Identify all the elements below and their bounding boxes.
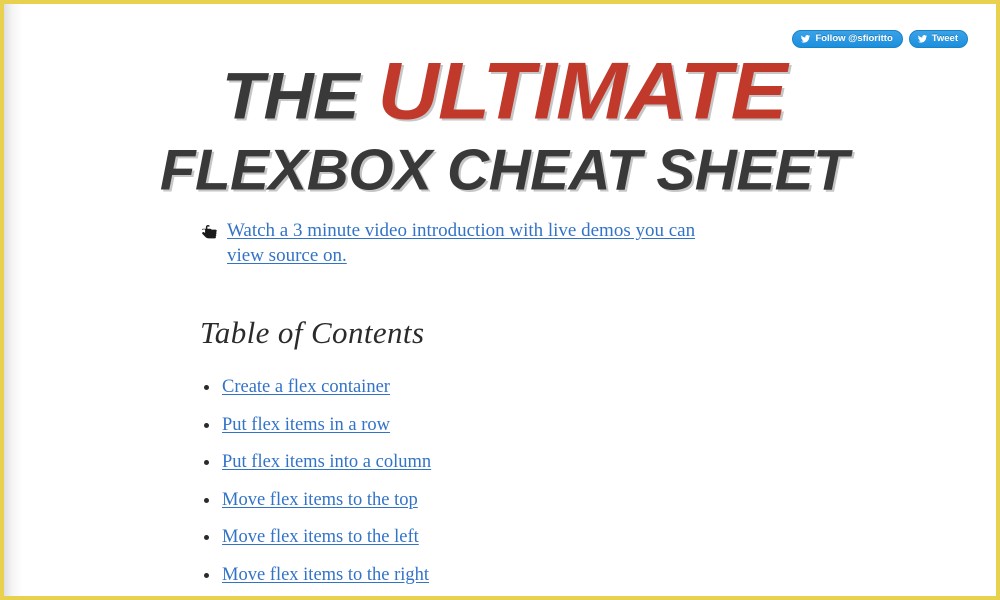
bullet-icon — [204, 422, 209, 428]
twitter-follow-label: Follow @sfioritto — [815, 33, 893, 44]
toc-link[interactable]: Move flex items to the right — [222, 565, 429, 585]
table-of-contents-list: Create a flex container Put flex items i… — [200, 377, 940, 586]
title-line-primary: THE ULTIMATE — [4, 51, 996, 134]
browser-viewport: Follow @sfioritto Tweet THE ULTIMATE FLE… — [0, 0, 1000, 600]
list-item: Move flex items to the right — [200, 565, 940, 586]
video-intro-link[interactable]: Watch a 3 minute video introduction with… — [227, 218, 697, 268]
title-word-ultimate: ULTIMATE — [377, 46, 788, 137]
twitter-tweet-label: Tweet — [931, 33, 958, 44]
bullet-icon — [204, 385, 209, 391]
toc-link[interactable]: Move flex items to the top — [222, 490, 418, 510]
title-line-secondary: FLEXBOX CHEAT SHEET — [159, 138, 849, 203]
social-share-bar: Follow @sfioritto Tweet — [792, 30, 968, 48]
page-root: Follow @sfioritto Tweet THE ULTIMATE FLE… — [4, 4, 996, 596]
bullet-icon — [204, 535, 209, 541]
toc-link[interactable]: Move flex items to the left — [222, 527, 419, 547]
main-content: Watch a 3 minute video introduction with… — [200, 218, 940, 596]
title-word-the: THE — [221, 60, 378, 134]
bullet-icon — [204, 497, 209, 503]
twitter-bird-icon — [917, 34, 927, 43]
page-title: THE ULTIMATE FLEXBOX CHEAT SHEET — [4, 51, 996, 199]
list-item: Move flex items to the top — [200, 490, 940, 511]
toc-link[interactable]: Create a flex container — [222, 377, 390, 397]
list-item: Create a flex container — [200, 377, 940, 398]
list-item: Move flex items to the left — [200, 527, 940, 548]
bullet-icon — [204, 460, 209, 466]
list-item: Put flex items in a row — [200, 415, 940, 436]
pointing-hand-icon — [201, 224, 217, 239]
toc-link[interactable]: Put flex items into a column — [222, 452, 431, 472]
twitter-follow-button[interactable]: Follow @sfioritto — [792, 30, 903, 48]
bullet-icon — [204, 572, 209, 578]
toc-link[interactable]: Put flex items in a row — [222, 415, 390, 435]
table-of-contents-heading: Table of Contents — [200, 315, 425, 350]
twitter-tweet-button[interactable]: Tweet — [908, 30, 968, 48]
video-intro-callout: Watch a 3 minute video introduction with… — [200, 218, 940, 268]
twitter-bird-icon — [801, 34, 811, 43]
list-item: Put flex items into a column — [200, 452, 940, 473]
